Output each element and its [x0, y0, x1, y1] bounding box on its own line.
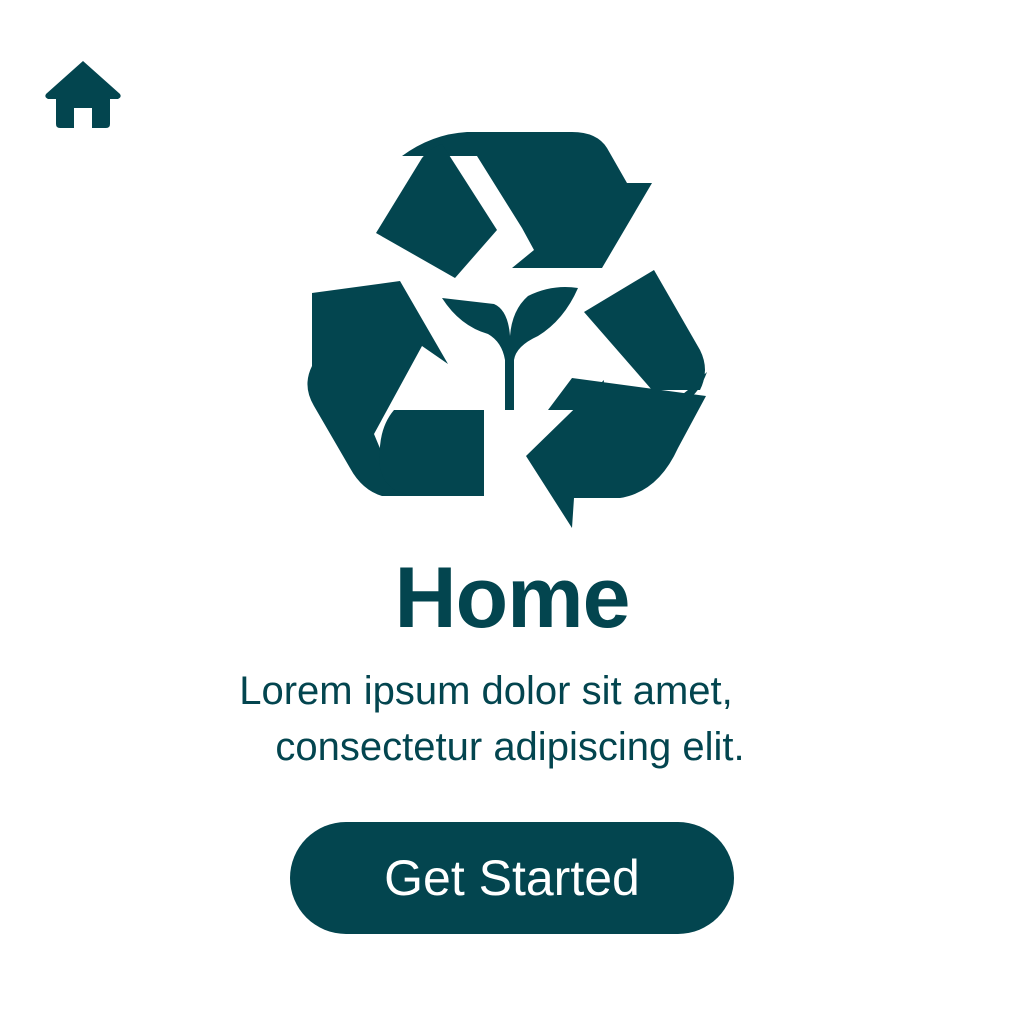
description-line-1: Lorem ipsum dolor sit amet,	[239, 669, 733, 713]
recycle-sprout-icon	[307, 132, 707, 528]
recycle-logo	[302, 128, 714, 530]
page-title: Home	[394, 550, 631, 646]
home-icon	[45, 61, 121, 128]
description-line-2: consectetur adipiscing elit.	[275, 725, 745, 769]
get-started-button[interactable]: Get Started	[290, 822, 734, 934]
home-nav-button[interactable]	[44, 58, 122, 130]
